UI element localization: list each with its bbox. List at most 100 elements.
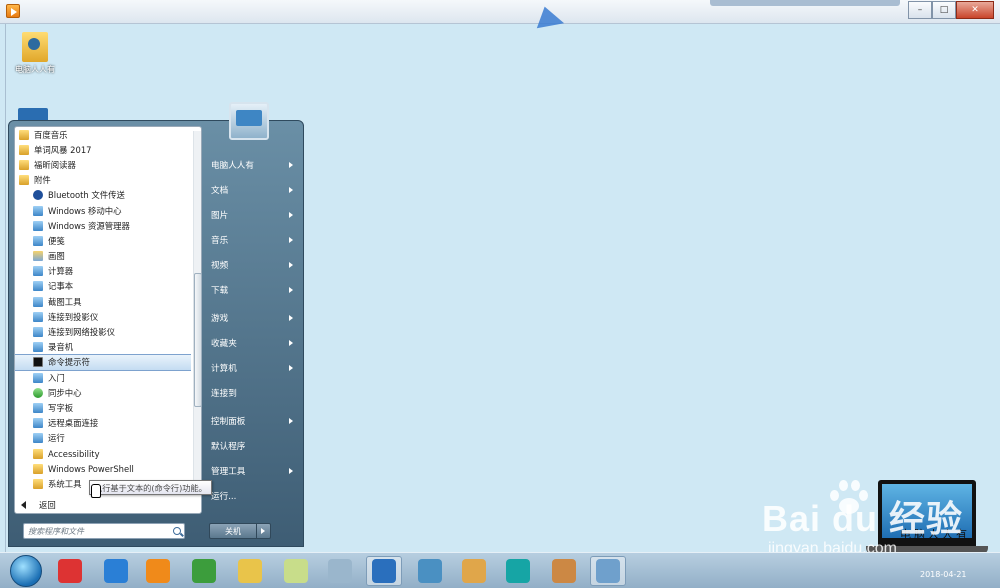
taskbar (0, 552, 1000, 588)
taskbar-ie-button[interactable] (98, 556, 134, 586)
headset-icon (506, 559, 530, 583)
program-item[interactable]: 福昕阅读器 (15, 157, 191, 172)
shutdown-options-button[interactable] (257, 523, 271, 539)
program-item[interactable]: 远程桌面连接 (15, 416, 191, 431)
program-item[interactable]: Bluetooth 文件传送 (15, 188, 191, 203)
shutdown-button[interactable]: 关机 (209, 523, 257, 539)
program-item[interactable]: 单词风暴 2017 (15, 142, 191, 157)
program-label: Windows 移动中心 (48, 205, 122, 216)
program-item[interactable]: 入门 (15, 370, 191, 385)
taskbar-paint-button[interactable] (546, 556, 582, 586)
notes-icon (284, 559, 308, 583)
right-menu-item[interactable]: 控制面板 (203, 410, 301, 432)
program-item[interactable]: Windows PowerShell (15, 461, 191, 476)
title-bar[interactable]: – □ ✕ (0, 0, 1000, 24)
taskbar-window-button[interactable] (590, 556, 626, 586)
taskbar-headset-button[interactable] (500, 556, 536, 586)
taskbar-fan-button[interactable] (456, 556, 492, 586)
program-label: 便笺 (48, 235, 65, 246)
chrome-icon (192, 559, 216, 583)
taskbar-remote-button[interactable] (412, 556, 448, 586)
run-icon (33, 433, 43, 444)
scroll-thumb[interactable] (194, 273, 202, 407)
explorer-icon (33, 220, 43, 231)
program-label: 连接到网络投影仪 (48, 327, 115, 338)
search-input[interactable] (24, 524, 166, 538)
chevron-right-icon (289, 315, 293, 321)
program-item[interactable]: 记事本 (15, 279, 191, 294)
program-item[interactable]: 录音机 (15, 340, 191, 355)
program-item[interactable]: 截图工具 (15, 294, 191, 309)
fan-icon (462, 559, 486, 583)
right-menu-item[interactable]: 计算机 (203, 357, 301, 379)
right-menu-item[interactable]: 音乐 (203, 229, 301, 251)
program-item[interactable]: 计算器 (15, 264, 191, 279)
program-item[interactable]: 同步中心 (15, 385, 191, 400)
program-label: 系统工具 (48, 478, 82, 489)
program-label: 计算器 (48, 266, 74, 277)
chevron-right-icon (289, 287, 293, 293)
desktop-icon-user-folder[interactable]: 电脑人人有 (8, 32, 62, 75)
shutdown-group: 关机 (209, 523, 273, 539)
chevron-right-icon (289, 162, 293, 168)
right-menu-item[interactable]: 下载 (203, 279, 301, 301)
taskbar-doc-button[interactable] (322, 556, 358, 586)
back-arrow-icon (21, 501, 26, 509)
right-menu-item[interactable]: 默认程序 (203, 435, 301, 457)
program-item[interactable]: Windows 资源管理器 (15, 218, 191, 233)
taskbar-chrome-button[interactable] (186, 556, 222, 586)
program-item[interactable]: 命令提示符 (15, 353, 191, 372)
back-button[interactable]: 返回 (21, 499, 56, 511)
program-item[interactable]: 写字板 (15, 400, 191, 415)
window-icon (596, 559, 620, 583)
program-item[interactable]: 附件 (15, 173, 191, 188)
right-menu-item[interactable]: 运行... (203, 485, 301, 507)
taskbar-browser-button[interactable] (366, 556, 402, 586)
right-menu-label: 游戏 (211, 314, 229, 324)
program-label: 画图 (48, 251, 65, 262)
right-menu-item[interactable]: 收藏夹 (203, 332, 301, 354)
program-item[interactable]: Accessibility (15, 446, 191, 461)
start-button[interactable] (10, 555, 42, 587)
program-label: 入门 (48, 372, 65, 383)
right-menu-item[interactable]: 管理工具 (203, 460, 301, 482)
user-picture[interactable] (229, 102, 269, 140)
program-item[interactable]: 百度音乐 (15, 127, 191, 142)
taskbar-notes-button[interactable] (278, 556, 314, 586)
ie-icon (104, 559, 128, 583)
pinyin-icon (58, 559, 82, 583)
cmd-icon (33, 357, 43, 368)
folder-icon (19, 129, 29, 140)
taskbar-pinyin-button[interactable] (52, 556, 88, 586)
app-icon (33, 205, 43, 216)
right-menu-item[interactable]: 电脑人人有 (203, 154, 301, 176)
search-icon[interactable] (173, 527, 181, 535)
program-item[interactable]: 连接到投影仪 (15, 309, 191, 324)
program-item[interactable]: 运行 (15, 431, 191, 446)
program-item[interactable]: 画图 (15, 249, 191, 264)
minimize-button[interactable]: – (908, 1, 932, 19)
close-button[interactable]: ✕ (956, 1, 994, 19)
program-label: Windows 资源管理器 (48, 220, 130, 231)
right-menu-item[interactable]: 图片 (203, 204, 301, 226)
wordpad-icon (33, 402, 43, 413)
right-menu-item[interactable]: 文档 (203, 179, 301, 201)
taskbar-explorer-button[interactable] (232, 556, 268, 586)
program-item[interactable]: Windows 移动中心 (15, 203, 191, 218)
program-item[interactable]: 便笺 (15, 233, 191, 248)
program-label: 运行 (48, 433, 65, 444)
right-menu-item[interactable]: 游戏 (203, 307, 301, 329)
scrollbar[interactable] (193, 131, 202, 493)
sticky-notes-icon (33, 235, 43, 246)
taskbar-media-player-button[interactable] (140, 556, 176, 586)
program-label: 福昕阅读器 (34, 159, 76, 170)
right-menu-item[interactable]: 视频 (203, 254, 301, 276)
maximize-button[interactable]: □ (932, 1, 956, 19)
right-menu-item[interactable]: 连接到 (203, 382, 301, 404)
right-menu-label: 下载 (211, 286, 229, 296)
program-label: 单词风暴 2017 (34, 144, 92, 155)
program-item[interactable]: 连接到网络投影仪 (15, 324, 191, 339)
chevron-right-icon (289, 212, 293, 218)
remote-icon (418, 559, 442, 583)
right-menu-label: 视频 (211, 261, 229, 271)
